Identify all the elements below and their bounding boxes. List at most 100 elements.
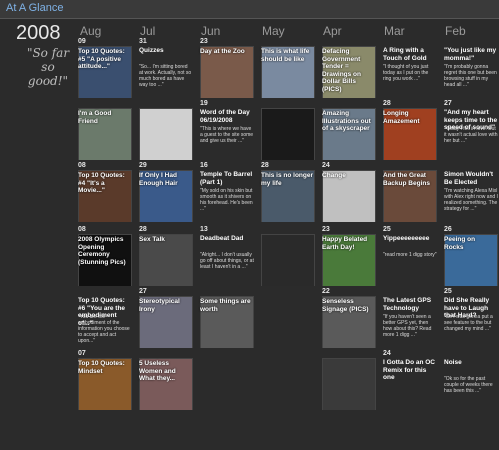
post-cell[interactable]: 27 "And my heart keeps time to the speed …: [442, 100, 498, 160]
post-title[interactable]: Quizzes: [139, 47, 193, 55]
post-title[interactable]: I Gotta Do an OC Remix for this one: [383, 359, 437, 382]
post-title[interactable]: Some things are worth: [200, 298, 252, 313]
post-title[interactable]: Yippeeeeeeeee: [383, 235, 437, 243]
post-title[interactable]: 2008 Olympics Opening Ceremony (Stunning…: [78, 236, 130, 266]
tagline: "So far so good!": [26, 46, 70, 88]
post-title[interactable]: Temple To Barrel (Part 1): [200, 171, 254, 186]
post-cell[interactable]: Top 10 Quotes: #6 "You are the embodimen…: [76, 288, 132, 348]
post-cell[interactable]: A Ring with a Touch of Gold "I thought of…: [381, 38, 437, 98]
post-thumbnail[interactable]: [322, 358, 376, 410]
month-mar: Mar: [384, 24, 405, 38]
post-cell[interactable]: 16 Temple To Barrel (Part 1) "My sold on h…: [198, 162, 254, 222]
post-title[interactable]: Stereotypical Irony: [139, 298, 191, 313]
post-title[interactable]: 5 Useless Women and What they...: [139, 360, 191, 383]
post-date: 26: [444, 226, 452, 233]
post-date: 19: [200, 100, 208, 107]
post-cell[interactable]: 28 Longing Amazement: [381, 100, 437, 160]
post-date: 23: [322, 226, 330, 233]
post-excerpt: "So... I'm sitting bored at work. Actual…: [139, 64, 192, 88]
post-date: 08: [78, 226, 86, 233]
post-cell[interactable]: 31 Quizzes "So... I'm sitting bored at wor…: [137, 38, 193, 98]
post-title[interactable]: Simon Wouldn't Be Elected: [444, 171, 498, 186]
post-cell[interactable]: [137, 100, 193, 160]
post-title[interactable]: Senseless Signage (PICS): [322, 298, 374, 313]
post-cell[interactable]: 08 Top 10 Quotes: #4 "It's a Movie...": [76, 162, 132, 222]
post-title[interactable]: If Only I Had Enough Hair: [139, 172, 191, 187]
post-title[interactable]: And the Great Backup Begins: [383, 172, 435, 187]
post-date: 07: [78, 350, 86, 357]
post-cell[interactable]: 29 If Only I Had Enough Hair: [137, 162, 193, 222]
post-excerpt: "Ok so for the past couple of weeks ther…: [444, 376, 493, 394]
post-date: 27: [444, 100, 452, 107]
month-jun: Jun: [201, 24, 221, 38]
post-title[interactable]: This is no longer my life: [261, 172, 313, 187]
post-thumbnail[interactable]: [261, 108, 315, 160]
post-cell[interactable]: 07 Top 10 Quotes: Mindset: [76, 350, 132, 410]
post-cell[interactable]: [259, 100, 315, 160]
post-title[interactable]: "You just like my momma!": [444, 47, 498, 62]
post-title[interactable]: Noise: [444, 359, 498, 367]
post-cell[interactable]: Amazing Illustrations out of a skyscrape…: [320, 100, 376, 160]
post-title[interactable]: A Ring with a Touch of Gold: [383, 47, 437, 62]
post-cell[interactable]: Some things are worth: [198, 288, 254, 348]
post-thumbnail[interactable]: [139, 108, 193, 160]
month-may: May: [262, 24, 285, 38]
post-excerpt: "This is where we have a guest to the si…: [200, 126, 254, 144]
post-cell[interactable]: "You just like my momma!" "I'm probably g…: [442, 38, 498, 98]
post-title[interactable]: Peeing on Rocks: [444, 236, 496, 251]
post-cell[interactable]: Noise "Ok so for the past couple of weeks…: [442, 350, 498, 410]
post-thumbnail[interactable]: [261, 234, 315, 286]
post-cell[interactable]: 28 This is no longer my life: [259, 162, 315, 222]
post-excerpt: "So I was gonna put a see feature to the…: [444, 314, 493, 332]
post-title[interactable]: Amazing Illustrations out of a skyscrape…: [322, 110, 374, 133]
post-excerpt: "If you haven't seen a better GPS yet, t…: [383, 314, 432, 338]
post-title[interactable]: The Latest GPS Technology: [383, 297, 437, 312]
post-cell[interactable]: [259, 226, 315, 286]
post-cell[interactable]: [320, 350, 376, 410]
post-cell[interactable]: The Latest GPS Technology "If you haven't…: [381, 288, 437, 348]
post-title[interactable]: Day at the Zoo: [200, 48, 252, 56]
post-cell[interactable]: And the Great Backup Begins: [381, 162, 437, 222]
post-cell[interactable]: 23 Day at the Zoo: [198, 38, 254, 98]
post-cell[interactable]: 26 Peeing on Rocks: [442, 226, 498, 286]
post-date: 13: [200, 226, 208, 233]
post-cell[interactable]: 24 I Gotta Do an OC Remix for this one: [381, 350, 437, 410]
post-title[interactable]: Word of the Day 06/19/2008: [200, 109, 254, 124]
post-cell[interactable]: 24 Change: [320, 162, 376, 222]
post-cell[interactable]: 09 Top 10 Quotes: #5 "A positive attitude…: [76, 38, 132, 98]
post-cell[interactable]: 23 Happy Belated Earth Day!: [320, 226, 376, 286]
post-title[interactable]: Top 10 Quotes: #5 "A positive attitude..…: [78, 48, 130, 71]
post-excerpt: "I'm watching Alexa Mixl with Alex right…: [444, 188, 498, 212]
post-date: 22: [322, 288, 330, 295]
top-bar: At A Glance: [0, 0, 499, 19]
post-cell[interactable]: 22 Senseless Signage (PICS): [320, 288, 376, 348]
post-cell[interactable]: 25 Did She Really have to Laugh that Hard…: [442, 288, 498, 348]
post-title[interactable]: Top 10 Quotes: #4 "It's a Movie...": [78, 172, 130, 195]
post-cell[interactable]: 25 Yippeeeeeeeee "read more 1 digg story": [381, 226, 437, 286]
post-date: 23: [200, 38, 208, 45]
post-title[interactable]: Happy Belated Earth Day!: [322, 236, 374, 251]
post-cell[interactable]: Defacing Government Tender = Drawings on…: [320, 38, 376, 98]
post-cell[interactable]: 13 Deadbeat Dad "Alright... I don't usuall…: [198, 226, 254, 286]
post-cell[interactable]: 5 Useless Women and What they...: [137, 350, 193, 410]
post-excerpt: "Today I fell in love. But it wasn't act…: [444, 126, 498, 144]
post-title[interactable]: Top 10 Quotes: Mindset: [78, 360, 130, 375]
post-cell[interactable]: This is what life should be like: [259, 38, 315, 98]
post-title[interactable]: Defacing Government Tender = Drawings on…: [322, 48, 374, 93]
post-cell[interactable]: I'm a Good Friend: [76, 100, 132, 160]
post-title[interactable]: This is what life should be like: [261, 48, 313, 63]
post-date: 28: [383, 100, 391, 107]
post-cell[interactable]: 08 2008 Olympics Opening Ceremony (Stunni…: [76, 226, 132, 286]
post-cell[interactable]: 28 Sex Talk: [137, 226, 193, 286]
post-cell[interactable]: 19 Word of the Day 06/19/2008 "This is whe…: [198, 100, 254, 160]
post-title[interactable]: Deadbeat Dad: [200, 235, 254, 243]
post-title[interactable]: Longing Amazement: [383, 110, 435, 125]
post-title[interactable]: I'm a Good Friend: [78, 110, 130, 125]
post-excerpt: "read more 1 digg story": [383, 252, 437, 258]
post-title[interactable]: Change: [322, 172, 374, 180]
post-cell[interactable]: Simon Wouldn't Be Elected "I'm watching A…: [442, 162, 498, 222]
app-title[interactable]: At A Glance: [6, 2, 63, 14]
post-date: 25: [383, 226, 391, 233]
post-title[interactable]: Sex Talk: [139, 236, 191, 244]
post-cell[interactable]: 27 Stereotypical Irony: [137, 288, 193, 348]
